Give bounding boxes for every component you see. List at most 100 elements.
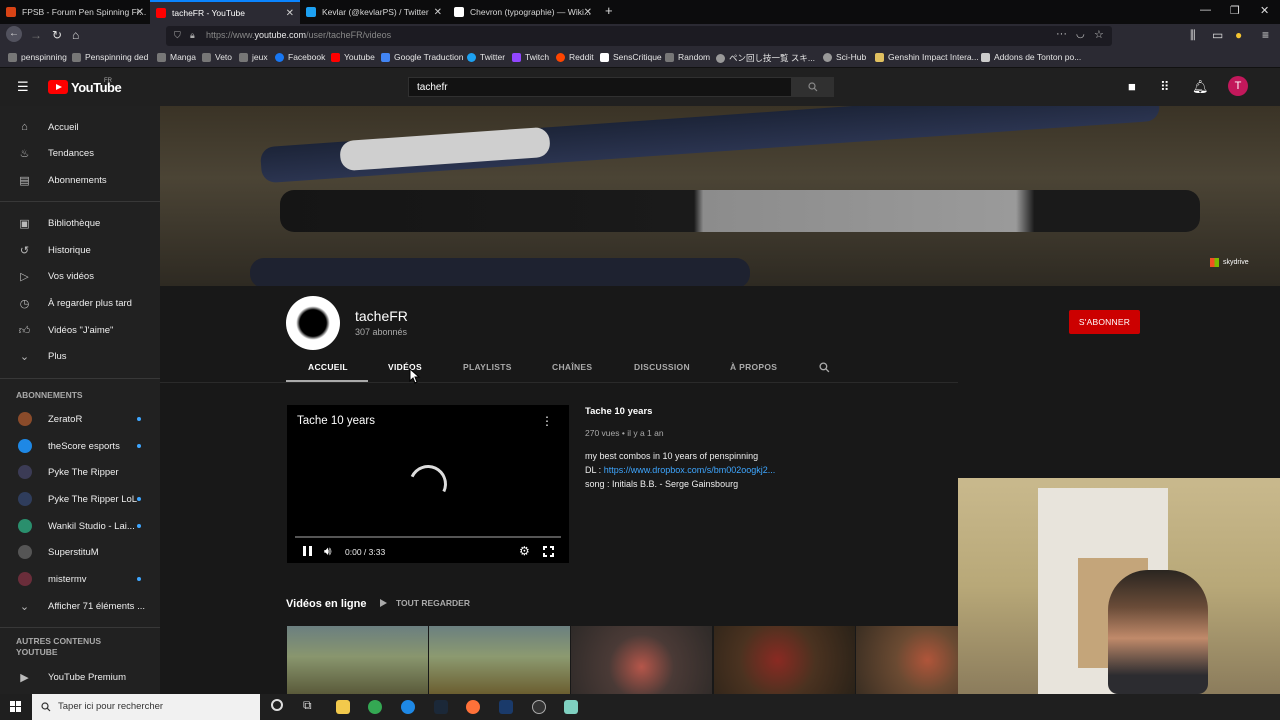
tab-about[interactable]: À PROPOS (730, 362, 777, 372)
bookmark-item[interactable]: Facebook (275, 52, 325, 62)
bookmark-item[interactable]: Twitch (512, 52, 549, 62)
bookmark-item[interactable]: penspinning (8, 52, 67, 62)
browser-tab[interactable]: Chevron (typographie) — Wiki... ✕ (448, 0, 598, 24)
bookmark-item[interactable]: Reddit (556, 52, 594, 62)
tab-discussion[interactable]: DISCUSSION (634, 362, 690, 372)
volume-icon[interactable]: 🔊︎ (324, 544, 332, 559)
video-thumbnail[interactable] (571, 626, 712, 694)
subscription-item[interactable]: ZeratoR (0, 406, 160, 432)
sidebar-item-liked-videos[interactable]: 👍︎ Vidéos "J'aime" (0, 317, 160, 343)
fullscreen-icon[interactable] (542, 545, 555, 558)
notifications-bell-icon[interactable]: 🔔︎ (1192, 79, 1209, 95)
bookmark-item[interactable]: Addons de Tonton po... (981, 52, 1081, 62)
tab-channels[interactable]: CHAÎNES (552, 362, 592, 372)
extension-icon[interactable]: ● (1235, 28, 1242, 42)
lock-icon[interactable]: 🔒︎ (190, 30, 195, 41)
sidebar-item-library[interactable]: ▣ Bibliothèque (0, 210, 160, 236)
address-bar[interactable]: ⛉ 🔒︎ https://www.youtube.com/user/tacheF… (166, 26, 1112, 46)
create-video-icon[interactable]: ■ (1128, 79, 1136, 94)
channel-search-icon[interactable] (819, 362, 830, 373)
edge-icon[interactable] (401, 700, 415, 714)
reload-icon[interactable]: ↻ (52, 28, 62, 42)
library-icon[interactable]: ⫼ (1190, 28, 1196, 43)
chrome-icon[interactable] (368, 700, 382, 714)
play-all-button[interactable]: TOUT REGARDER (380, 598, 470, 608)
tab-home[interactable]: ACCUEIL (308, 362, 348, 372)
subscription-item[interactable]: Pyke The Ripper (0, 459, 160, 485)
bookmark-item[interactable]: Penspinning ded (72, 52, 148, 62)
obs-icon[interactable] (532, 700, 546, 714)
subscribe-button[interactable]: S'ABONNER (1069, 310, 1140, 334)
restore-icon[interactable]: ❐ (1230, 4, 1240, 17)
video-player[interactable]: Tache 10 years ⋮ 🔊︎ 0:00 / 3:33 ⚙ (287, 405, 569, 563)
tab-playlists[interactable]: PLAYLISTS (463, 362, 512, 372)
subscription-item[interactable]: mistermv (0, 566, 160, 592)
app-icon[interactable] (564, 700, 578, 714)
bookmark-item[interactable]: Youtube (331, 52, 375, 62)
firefox-icon[interactable] (466, 700, 480, 714)
youtube-logo-text[interactable]: YouTube (71, 80, 122, 95)
bookmark-item[interactable]: ペン回し技一覧 スキ... (716, 52, 815, 64)
bookmark-item[interactable]: Manga (157, 52, 196, 62)
forward-icon[interactable]: → (30, 28, 42, 42)
featured-video-title[interactable]: Tache 10 years (585, 406, 652, 417)
steam-icon[interactable] (434, 700, 448, 714)
dropbox-link[interactable]: https://www.dropbox.com/s/bm002oogkj2... (604, 465, 776, 475)
menu-icon[interactable]: ≡ (1262, 28, 1269, 42)
channel-avatar[interactable] (286, 296, 340, 350)
progress-bar[interactable] (295, 536, 561, 538)
bookmark-star-icon[interactable]: ☆ (1094, 28, 1104, 41)
cortana-icon[interactable] (271, 699, 283, 711)
avatar[interactable]: T (1228, 76, 1248, 96)
close-tab-icon[interactable]: ✕ (136, 7, 144, 18)
subscription-item[interactable]: SuperstituM (0, 539, 160, 565)
more-actions-icon[interactable]: ··· (1056, 28, 1067, 40)
browser-tab[interactable]: Kevlar (@kevlarPS) / Twitter ✕ (300, 0, 448, 24)
close-window-icon[interactable]: ✕ (1260, 4, 1269, 17)
shield-icon[interactable]: ⛉ (174, 30, 181, 41)
minimize-icon[interactable]: — (1200, 4, 1211, 16)
search-button[interactable] (792, 77, 834, 97)
video-thumbnail[interactable] (287, 626, 428, 694)
settings-gear-icon[interactable]: ⚙ (519, 544, 530, 558)
pause-icon[interactable] (303, 546, 312, 556)
windows-start-icon[interactable] (10, 701, 22, 713)
search-input[interactable] (408, 77, 792, 97)
bookmark-item[interactable]: Random (665, 52, 710, 62)
sidebar-icon[interactable]: ▭ (1212, 28, 1223, 42)
more-vert-icon[interactable]: ⋮ (541, 414, 553, 428)
task-view-icon[interactable]: ⧉ (303, 698, 312, 713)
show-more-subscriptions[interactable]: ⌄ Afficher 71 éléments ... (0, 593, 160, 619)
app-icon[interactable] (499, 700, 513, 714)
subscription-item[interactable]: Pyke The Ripper LoL (0, 486, 160, 512)
shelf-title[interactable]: Vidéos en ligne (286, 598, 367, 610)
youtube-logo-icon[interactable] (48, 80, 68, 94)
bookmark-item[interactable]: jeux (239, 52, 268, 62)
sidebar-item-watch-later[interactable]: ◷ À regarder plus tard (0, 290, 160, 316)
browser-tab-active[interactable]: tacheFR - YouTube ✕ (150, 0, 300, 24)
sidebar-item-subscriptions[interactable]: ▤ Abonnements (0, 167, 160, 193)
video-thumbnail[interactable] (856, 626, 958, 694)
bookmark-item[interactable]: Veto (202, 52, 232, 62)
video-thumbnail[interactable] (714, 626, 855, 694)
sidebar-item-trending[interactable]: ♨ Tendances (0, 140, 160, 166)
apps-grid-icon[interactable]: ⠿ (1160, 79, 1170, 95)
hamburger-menu-icon[interactable]: ☰ (17, 79, 29, 95)
sidebar-item-home[interactable]: ⌂ Accueil (0, 114, 160, 140)
pocket-icon[interactable]: ◡ (1076, 29, 1085, 40)
sidebar-item-more[interactable]: ⌄ Plus (0, 343, 160, 369)
bookmark-item[interactable]: Sci-Hub (823, 52, 866, 62)
close-tab-icon[interactable]: ✕ (286, 8, 294, 19)
subscription-item[interactable]: Wankil Studio - Lai... (0, 513, 160, 539)
bookmark-item[interactable]: Google Traduction (381, 52, 463, 62)
browser-tab[interactable]: FPSB - Forum Pen Spinning Fr... ✕ (0, 0, 150, 24)
subscription-item[interactable]: theScore esports (0, 433, 160, 459)
sidebar-item-premium[interactable]: ▶ YouTube Premium (0, 664, 160, 690)
sidebar-item-your-videos[interactable]: ▷ Vos vidéos (0, 263, 160, 289)
home-icon[interactable]: ⌂ (72, 28, 79, 42)
sidebar-item-history[interactable]: ↺ Historique (0, 237, 160, 263)
close-tab-icon[interactable]: ✕ (434, 7, 442, 18)
bookmark-item[interactable]: SensCritique (600, 52, 662, 62)
bookmark-item[interactable]: Twitter (467, 52, 505, 62)
file-explorer-icon[interactable] (336, 700, 350, 714)
